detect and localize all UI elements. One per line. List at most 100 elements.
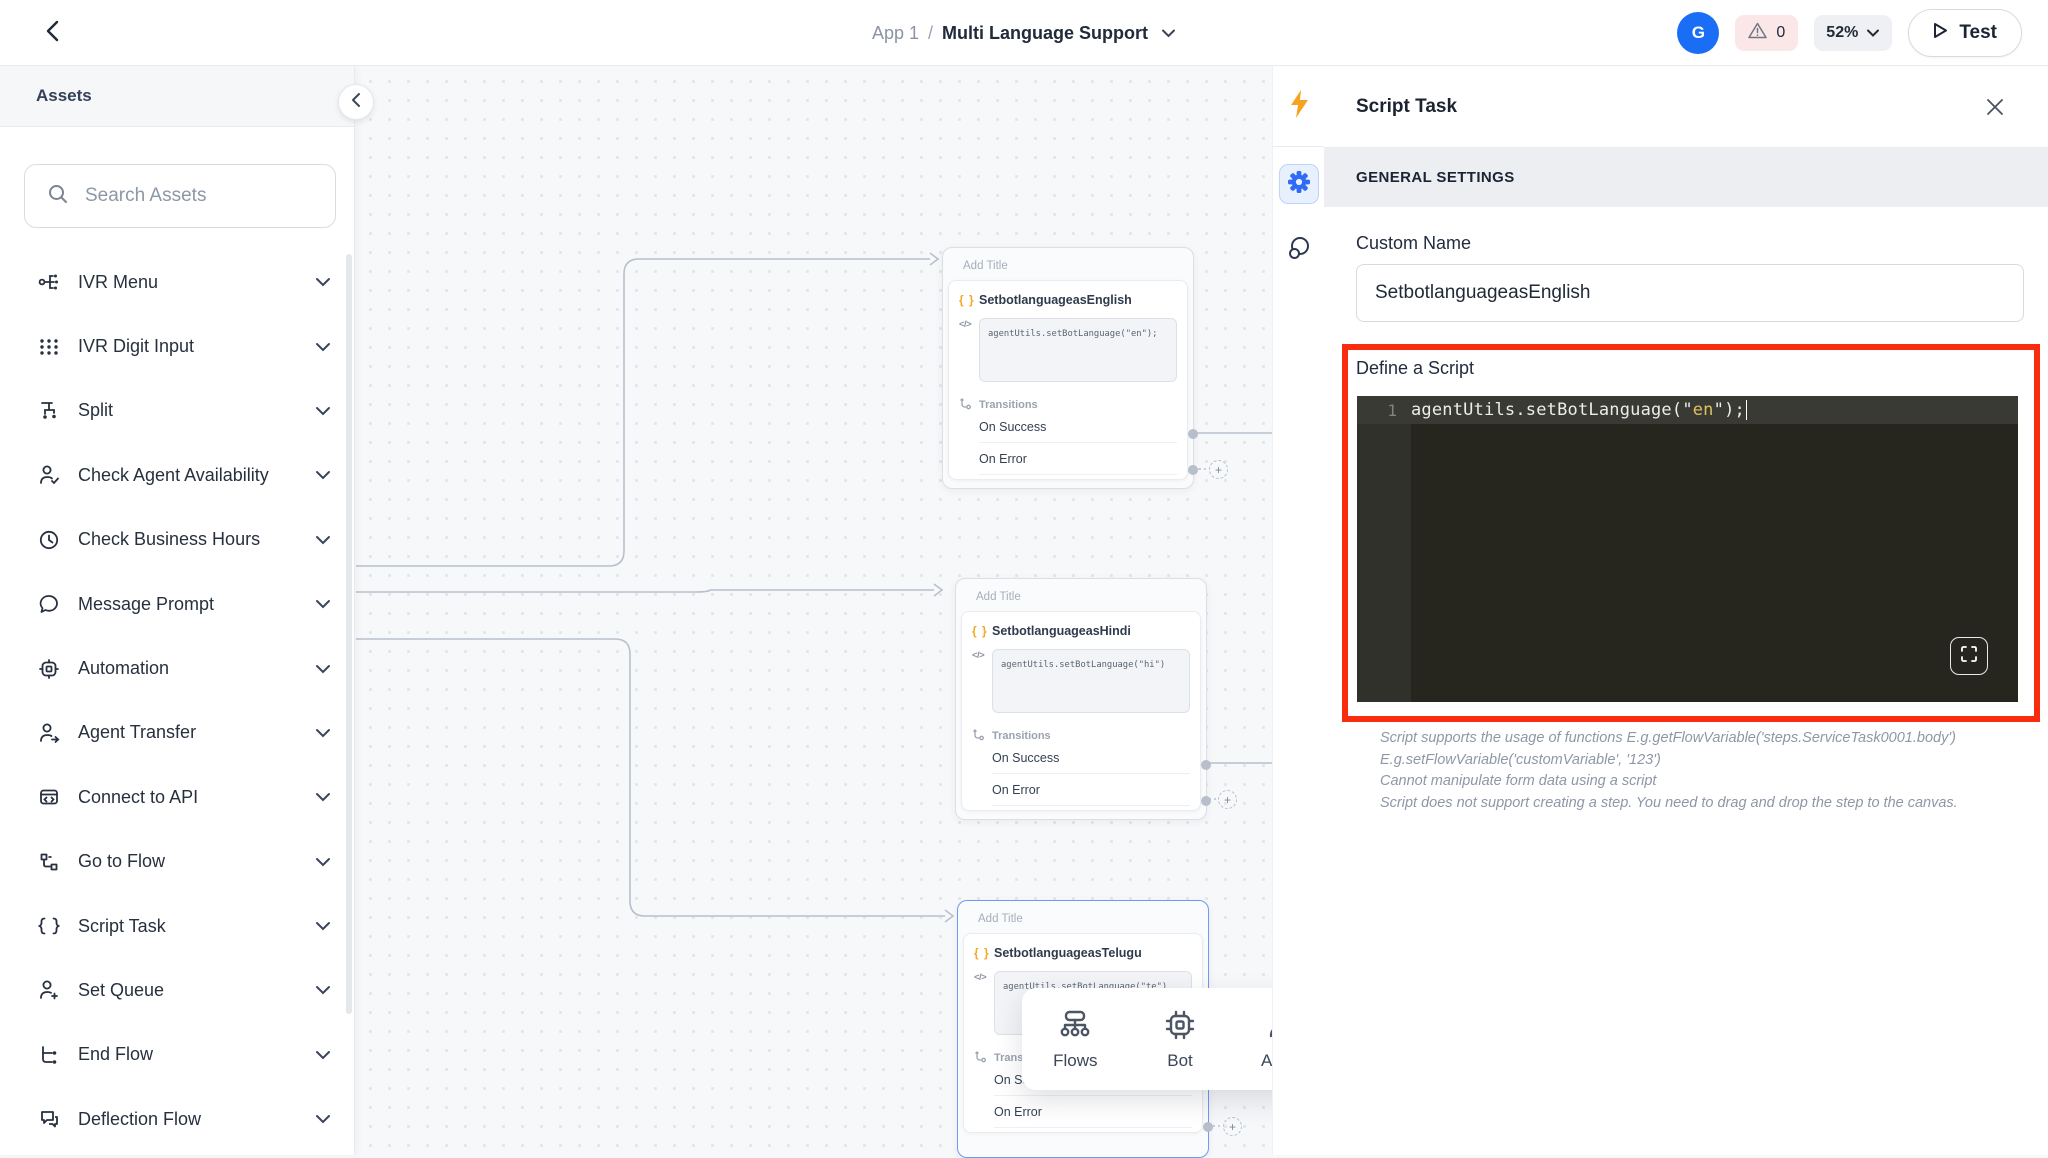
- breadcrumb-flow-name[interactable]: Multi Language Support: [942, 23, 1148, 44]
- chevron-down-icon[interactable]: [315, 342, 331, 352]
- play-icon: [1933, 22, 1948, 45]
- sidebar-item-check-business-hours[interactable]: Check Business Hours: [0, 508, 355, 572]
- sidebar-item-end-flow[interactable]: End Flow: [0, 1023, 355, 1087]
- sidebar-item-label: IVR Digit Input: [78, 336, 315, 357]
- toolbar-item-label: Bot: [1167, 1051, 1193, 1071]
- ivr-menu-icon: [36, 271, 62, 293]
- on-error-row[interactable]: On Error: [979, 443, 1177, 475]
- zoom-selector[interactable]: 52%: [1814, 15, 1892, 51]
- chevron-down-icon[interactable]: [315, 1050, 331, 1060]
- sidebar-item-set-queue[interactable]: Set Queue: [0, 958, 355, 1022]
- top-header: App 1 / Multi Language Support G 0 52% T…: [0, 0, 2048, 66]
- flow-node-english[interactable]: Add Title { } SetbotlanguageasEnglish </…: [942, 247, 1194, 489]
- asset-search[interactable]: [24, 164, 336, 228]
- toolbar-bot-button[interactable]: Bot: [1141, 1008, 1220, 1071]
- chevron-down-icon[interactable]: [315, 599, 331, 609]
- breadcrumb-separator: /: [928, 23, 933, 44]
- define-script-label: Define a Script: [1356, 358, 1474, 379]
- sidebar-item-check-agent-availability[interactable]: Check Agent Availability: [0, 443, 355, 507]
- chevron-down-icon[interactable]: [1161, 29, 1176, 38]
- on-success-port[interactable]: [1201, 760, 1211, 770]
- deflection-bubbles-icon: [36, 1108, 62, 1130]
- flow-node-hindi[interactable]: Add Title { } SetbotlanguageasHindi </> …: [955, 578, 1207, 820]
- search-input[interactable]: [85, 185, 315, 207]
- sidebar-item-agent-transfer[interactable]: Agent Transfer: [0, 701, 355, 765]
- on-error-port[interactable]: [1203, 1122, 1213, 1132]
- add-step-button[interactable]: +: [1209, 460, 1228, 479]
- sidebar-item-ivr-menu[interactable]: IVR Menu: [0, 250, 355, 314]
- node-body: { } SetbotlanguageasHindi </> agentUtils…: [961, 611, 1201, 811]
- sidebar-item-label: IVR Menu: [78, 272, 315, 293]
- chevron-down-icon[interactable]: [315, 406, 331, 416]
- close-icon[interactable]: [1982, 94, 2008, 120]
- avatar[interactable]: G: [1677, 12, 1719, 54]
- chevron-down-icon[interactable]: [315, 470, 331, 480]
- chevron-down-icon[interactable]: [315, 728, 331, 738]
- sidebar-item-message-prompt[interactable]: Message Prompt: [0, 572, 355, 636]
- node-title-placeholder[interactable]: Add Title: [948, 254, 1188, 280]
- on-error-row[interactable]: On Error: [992, 774, 1190, 806]
- note-line: Script does not support creating a step.…: [1380, 793, 2010, 815]
- sidebar-item-ivr-digit-input[interactable]: IVR Digit Input: [0, 314, 355, 378]
- flows-icon: [1057, 1008, 1093, 1047]
- node-script-preview: agentUtils.setBotLanguage("hi"): [992, 649, 1190, 713]
- quick-actions-button[interactable]: [1273, 66, 1324, 147]
- node-name: SetbotlanguageasTelugu: [994, 946, 1142, 960]
- add-step-button[interactable]: +: [1218, 790, 1237, 809]
- test-button[interactable]: Test: [1908, 9, 2022, 57]
- search-icon: [47, 183, 69, 210]
- custom-name-input[interactable]: [1356, 264, 2024, 322]
- chevron-down-icon[interactable]: [315, 985, 331, 995]
- loop-history-button[interactable]: [1279, 230, 1319, 270]
- chevron-down-icon[interactable]: [315, 792, 331, 802]
- script-code-editor[interactable]: 1 agentUtils.setBotLanguage("en");: [1357, 396, 2018, 702]
- split-icon: [36, 400, 62, 422]
- sidebar-title: Assets: [0, 66, 354, 127]
- chevron-down-icon[interactable]: [315, 921, 331, 931]
- loop-icon: [1286, 235, 1312, 266]
- on-success-row[interactable]: On Success: [979, 411, 1177, 443]
- chevron-down-icon[interactable]: [315, 277, 331, 287]
- automation-chip-icon: [36, 658, 62, 680]
- sidebar-item-deflection-flow[interactable]: Deflection Flow: [0, 1087, 355, 1151]
- sidebar-item-label: End Flow: [78, 1044, 315, 1065]
- sidebar-item-split[interactable]: Split: [0, 379, 355, 443]
- sidebar-item-label: Deflection Flow: [78, 1109, 315, 1130]
- note-line: E.g.setFlowVariable('customVariable', '1…: [1380, 750, 2010, 772]
- sidebar-item-connect-to-api[interactable]: Connect to API: [0, 765, 355, 829]
- toolbar-flows-button[interactable]: Flows: [1036, 1008, 1115, 1071]
- sidebar-scrollbar[interactable]: [346, 254, 352, 1014]
- add-step-button[interactable]: +: [1223, 1117, 1242, 1136]
- sidebar-item-label: Check Agent Availability: [78, 465, 315, 486]
- node-title-placeholder[interactable]: Add Title: [963, 907, 1203, 933]
- zoom-level: 52%: [1826, 24, 1858, 42]
- warnings-badge[interactable]: 0: [1735, 15, 1798, 51]
- sidebar-item-automation[interactable]: Automation: [0, 636, 355, 700]
- on-error-row[interactable]: On Error: [994, 1096, 1192, 1128]
- person-arrow-icon: [36, 722, 62, 744]
- chevron-down-icon[interactable]: [315, 1114, 331, 1124]
- chevron-down-icon[interactable]: [315, 857, 331, 867]
- chevron-down-icon[interactable]: [315, 664, 331, 674]
- lightning-bolt-icon: [1287, 89, 1311, 124]
- sidebar-item-label: Split: [78, 400, 315, 421]
- on-success-row[interactable]: On Success: [992, 742, 1190, 774]
- settings-tab-button[interactable]: [1279, 164, 1319, 204]
- code-text: agentUtils.setBotLanguage("en");: [1411, 400, 1747, 420]
- sidebar-collapse-button[interactable]: [338, 84, 374, 120]
- chevron-down-icon[interactable]: [315, 535, 331, 545]
- fullscreen-button[interactable]: [1950, 637, 1988, 675]
- on-error-port[interactable]: [1188, 465, 1198, 475]
- sidebar-item-script-task[interactable]: Script Task: [0, 894, 355, 958]
- sidebar-item-go-to-flow[interactable]: Go to Flow: [0, 830, 355, 894]
- general-settings-header: GENERAL SETTINGS: [1324, 147, 2048, 207]
- node-title-placeholder[interactable]: Add Title: [961, 585, 1201, 611]
- transitions-label: Transitions: [979, 399, 1038, 411]
- breadcrumb-app[interactable]: App 1: [872, 23, 919, 44]
- braces-icon: { }: [974, 946, 994, 960]
- on-success-port[interactable]: [1188, 429, 1198, 439]
- transitions-icon: [974, 1051, 994, 1064]
- on-error-port[interactable]: [1201, 796, 1211, 806]
- sidebar-item-label: Automation: [78, 658, 315, 679]
- code-icon: </>: [972, 646, 992, 661]
